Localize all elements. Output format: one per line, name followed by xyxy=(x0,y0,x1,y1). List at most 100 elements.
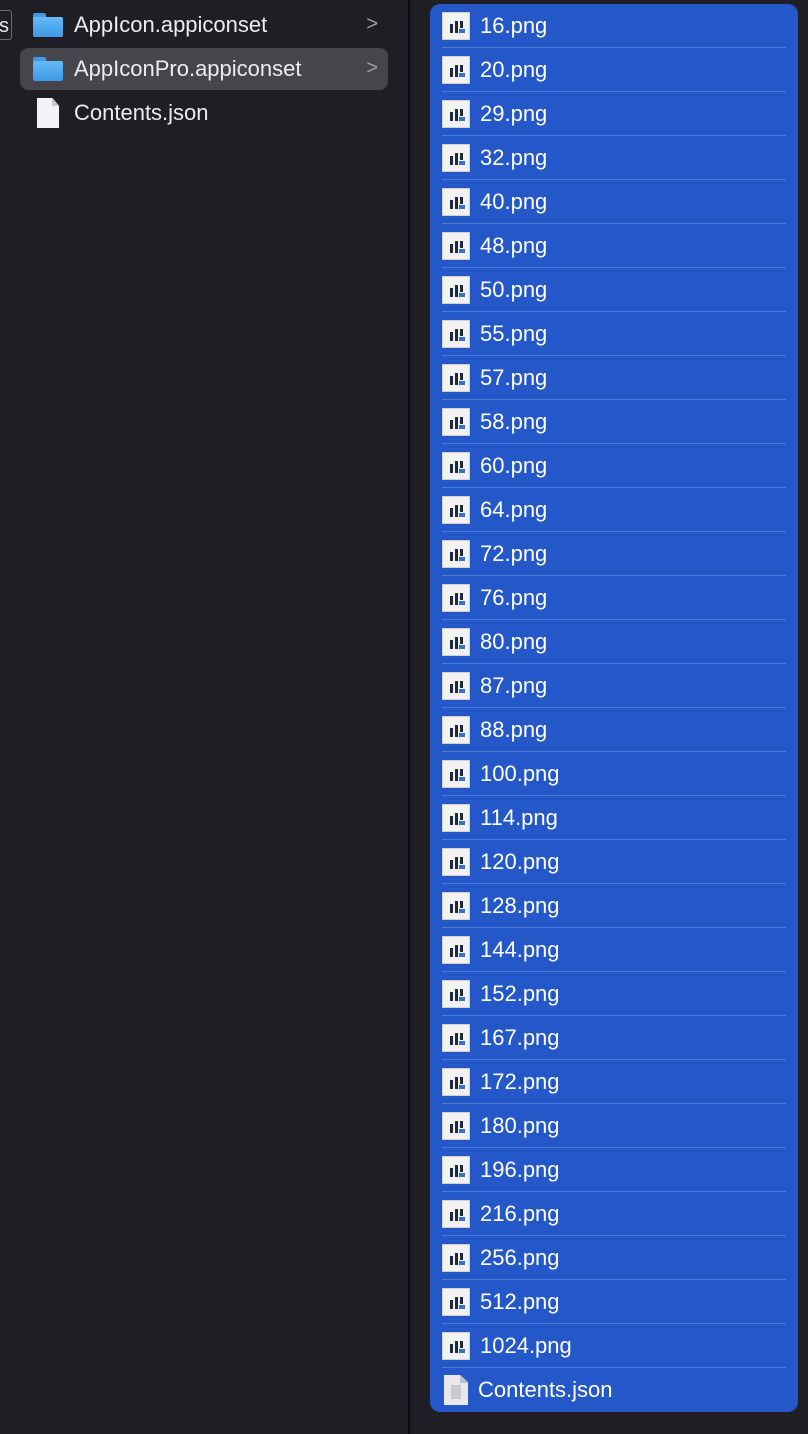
file-label: Contents.json xyxy=(478,1377,613,1402)
file-row[interactable]: 64.png xyxy=(442,488,786,532)
png-image-icon xyxy=(442,320,470,348)
file-label: 120.png xyxy=(480,849,560,874)
file-row[interactable]: 196.png xyxy=(442,1148,786,1192)
right-column: 16.png 20.png 29.png 32.png 40.png 48.png 50.p… xyxy=(410,0,808,1434)
file-label: 88.png xyxy=(480,717,548,742)
file-row[interactable]: 152.png xyxy=(442,972,786,1016)
folder-appicon-appiconset[interactable]: AppIcon.appiconset > xyxy=(20,4,388,46)
file-row[interactable]: Contents.json xyxy=(442,1368,786,1412)
file-label: 16.png xyxy=(480,13,548,38)
png-image-icon xyxy=(442,1156,470,1184)
png-image-icon xyxy=(442,804,470,832)
png-image-icon xyxy=(442,1112,470,1140)
png-image-icon xyxy=(442,100,470,128)
png-image-icon xyxy=(442,496,470,524)
png-image-icon xyxy=(442,56,470,84)
png-image-icon xyxy=(442,628,470,656)
file-row[interactable]: 167.png xyxy=(442,1016,786,1060)
file-label: 144.png xyxy=(480,937,560,962)
file-row[interactable]: 32.png xyxy=(442,136,786,180)
png-image-icon xyxy=(442,1200,470,1228)
png-image-icon xyxy=(442,672,470,700)
png-image-icon xyxy=(442,892,470,920)
file-row[interactable]: 76.png xyxy=(442,576,786,620)
file-row[interactable]: 58.png xyxy=(442,400,786,444)
file-label: 216.png xyxy=(480,1201,560,1226)
file-row[interactable]: 88.png xyxy=(442,708,786,752)
file-row[interactable]: 128.png xyxy=(442,884,786,928)
file-row[interactable]: 60.png xyxy=(442,444,786,488)
file-row[interactable]: 48.png xyxy=(442,224,786,268)
left-column: s AppIcon.appiconset > AppIconPro.appico… xyxy=(0,0,408,1434)
document-icon xyxy=(32,97,64,129)
file-row[interactable]: 16.png xyxy=(442,4,786,48)
file-row[interactable]: 1024.png xyxy=(442,1324,786,1368)
file-label: Contents.json xyxy=(74,100,209,125)
finder-column-view: s AppIcon.appiconset > AppIconPro.appico… xyxy=(0,0,808,1434)
png-image-icon xyxy=(442,980,470,1008)
file-label: 87.png xyxy=(480,673,548,698)
file-row[interactable]: 172.png xyxy=(442,1060,786,1104)
file-label: 29.png xyxy=(480,101,548,126)
file-label: 20.png xyxy=(480,57,548,82)
file-row[interactable]: 72.png xyxy=(442,532,786,576)
file-contents-json[interactable]: Contents.json xyxy=(20,92,388,134)
file-label: 57.png xyxy=(480,365,548,390)
file-label: 196.png xyxy=(480,1157,560,1182)
png-image-icon xyxy=(442,584,470,612)
file-row[interactable]: 87.png xyxy=(442,664,786,708)
png-image-icon xyxy=(442,1244,470,1272)
file-row[interactable]: 256.png xyxy=(442,1236,786,1280)
file-row[interactable]: 180.png xyxy=(442,1104,786,1148)
file-label: 48.png xyxy=(480,233,548,258)
file-row[interactable]: 40.png xyxy=(442,180,786,224)
json-document-icon xyxy=(444,1375,468,1405)
file-label: 152.png xyxy=(480,981,560,1006)
file-label: 64.png xyxy=(480,497,548,522)
file-label: 256.png xyxy=(480,1245,560,1270)
file-label: 180.png xyxy=(480,1113,560,1138)
file-label: 167.png xyxy=(480,1025,560,1050)
folder-appiconpro-appiconset[interactable]: AppIconPro.appiconset > xyxy=(20,48,388,90)
folder-label: AppIcon.appiconset xyxy=(74,12,268,37)
png-image-icon xyxy=(442,364,470,392)
file-label: 80.png xyxy=(480,629,548,654)
file-row[interactable]: 50.png xyxy=(442,268,786,312)
file-row[interactable]: 512.png xyxy=(442,1280,786,1324)
png-image-icon xyxy=(442,1068,470,1096)
file-label: 55.png xyxy=(480,321,548,346)
file-row[interactable]: 216.png xyxy=(442,1192,786,1236)
file-label: 60.png xyxy=(480,453,548,478)
png-image-icon xyxy=(442,1288,470,1316)
png-image-icon xyxy=(442,12,470,40)
folder-icon xyxy=(32,9,64,41)
file-row[interactable]: 114.png xyxy=(442,796,786,840)
file-label: 114.png xyxy=(480,805,558,830)
file-row[interactable]: 29.png xyxy=(442,92,786,136)
file-row[interactable]: 55.png xyxy=(442,312,786,356)
file-label: 50.png xyxy=(480,277,548,302)
previous-column-item[interactable]: s xyxy=(0,10,12,40)
folder-icon xyxy=(32,53,64,85)
chevron-right-icon: > xyxy=(366,57,378,79)
file-row[interactable]: 120.png xyxy=(442,840,786,884)
png-image-icon xyxy=(442,760,470,788)
file-row[interactable]: 80.png xyxy=(442,620,786,664)
png-image-icon xyxy=(442,848,470,876)
file-label: 1024.png xyxy=(480,1333,572,1358)
png-image-icon xyxy=(442,936,470,964)
file-row[interactable]: 100.png xyxy=(442,752,786,796)
file-row[interactable]: 57.png xyxy=(442,356,786,400)
file-label: 58.png xyxy=(480,409,548,434)
file-label: 40.png xyxy=(480,189,548,214)
chevron-right-icon: > xyxy=(366,13,378,35)
file-label: 100.png xyxy=(480,761,560,786)
file-row[interactable]: 144.png xyxy=(442,928,786,972)
png-image-icon xyxy=(442,188,470,216)
file-row[interactable]: 20.png xyxy=(442,48,786,92)
png-image-icon xyxy=(442,540,470,568)
file-label: 172.png xyxy=(480,1069,560,1094)
png-image-icon xyxy=(442,1332,470,1360)
file-label: 512.png xyxy=(480,1289,560,1314)
file-label: 72.png xyxy=(480,541,548,566)
